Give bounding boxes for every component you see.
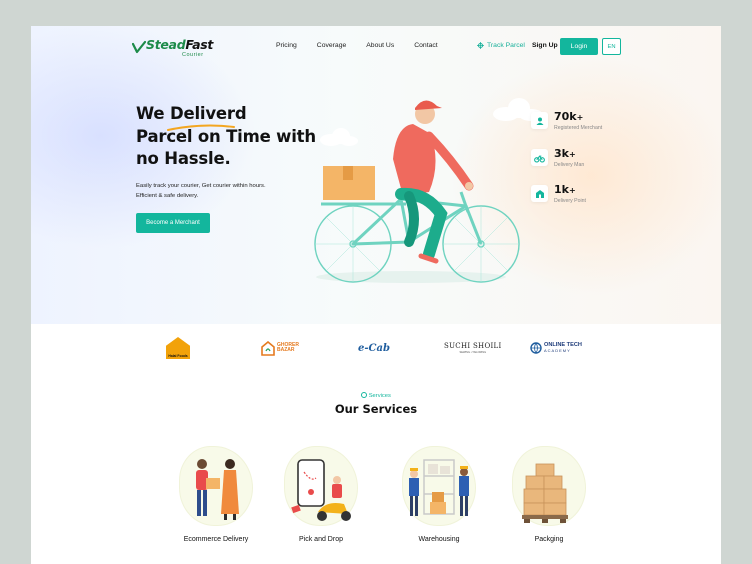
partner-logo-suchi-shoili: SUCHI SHOILI SEWING • TAILORING bbox=[444, 342, 502, 354]
logo-text: SteadFast bbox=[146, 37, 214, 52]
globe-icon bbox=[530, 342, 542, 354]
nav-contact[interactable]: Contact bbox=[414, 42, 437, 49]
pick-and-drop-illustration bbox=[291, 459, 351, 521]
nav-about-us[interactable]: About Us bbox=[366, 42, 394, 49]
nav-coverage[interactable]: Coverage bbox=[317, 42, 346, 49]
track-parcel-link[interactable]: Track Parcel bbox=[477, 42, 525, 49]
service-warehousing[interactable]: Warehousing bbox=[384, 446, 494, 556]
logo[interactable]: SteadFast Courier bbox=[132, 38, 213, 60]
stat-value: 3k+ bbox=[554, 147, 576, 160]
partner-logo-ecab: e-Cab bbox=[358, 342, 390, 354]
arrow-circle-icon bbox=[361, 392, 368, 398]
service-packaging[interactable]: Packging bbox=[494, 446, 604, 556]
become-merchant-button[interactable]: Become a Merchant bbox=[136, 213, 210, 233]
nav-pricing[interactable]: Pricing bbox=[276, 42, 297, 49]
delivery-rider-illustration bbox=[314, 98, 541, 283]
hero-subtext: Easily track your courier, Get courier w… bbox=[136, 183, 266, 199]
warehousing-illustration bbox=[409, 459, 469, 516]
stat-delivery-man: 3k+ Delivery Man bbox=[531, 147, 584, 169]
service-label: Warehousing bbox=[418, 536, 460, 543]
stat-label: Delivery Man bbox=[554, 162, 585, 168]
language-button[interactable]: EN bbox=[602, 38, 621, 55]
headline-underline-swoosh bbox=[167, 124, 235, 131]
logo-check-icon bbox=[132, 40, 146, 54]
hero-section: SteadFast Courier Pricing Coverage About… bbox=[31, 26, 721, 324]
stat-label: Delivery Point bbox=[554, 198, 587, 204]
page: SteadFast Courier Pricing Coverage About… bbox=[31, 26, 721, 564]
logo-subtitle: Courier bbox=[182, 52, 204, 58]
service-pick-and-drop[interactable]: Pick and Drop bbox=[266, 446, 376, 556]
stat-label: Registered Merchant bbox=[554, 125, 603, 131]
partner-logo-halal-foods: Halal Foods bbox=[166, 337, 190, 359]
partner-logo-ghorer-bazar: GHORER BAZAR bbox=[261, 337, 299, 359]
track-parcel-label: Track Parcel bbox=[487, 42, 525, 49]
stat-value: 70k+ bbox=[554, 110, 584, 123]
bicycle-icon bbox=[531, 149, 548, 166]
stat-value: 1k+ bbox=[554, 183, 576, 196]
signup-link[interactable]: Sign Up bbox=[532, 42, 558, 49]
services-kicker: Services bbox=[31, 392, 721, 399]
stat-delivery-point: 1k+ Delivery Point bbox=[531, 183, 586, 205]
packaging-boxes-illustration bbox=[522, 463, 568, 523]
store-icon bbox=[531, 185, 548, 202]
merchant-icon bbox=[531, 112, 548, 129]
services-title: Our Services bbox=[334, 402, 418, 416]
hero-headline: We Deliverd Parcel on Time with no Hassl… bbox=[136, 104, 316, 168]
service-label: Packging bbox=[534, 536, 564, 543]
crosshair-icon bbox=[477, 42, 484, 49]
main-nav: Pricing Coverage About Us Contact bbox=[276, 42, 458, 49]
partner-logo-online-tech-academy: ONLINE TECH ACADEMY bbox=[530, 337, 582, 359]
service-ecommerce-delivery[interactable]: Ecommerce Delivery bbox=[161, 446, 271, 556]
service-label: Ecommerce Delivery bbox=[183, 536, 249, 543]
service-label: Pick and Drop bbox=[299, 536, 343, 543]
login-button[interactable]: Login bbox=[560, 38, 598, 55]
ecommerce-delivery-illustration bbox=[196, 459, 239, 520]
stat-registered-merchant: 70k+ Registered Merchant bbox=[531, 110, 602, 132]
house-icon bbox=[261, 340, 275, 356]
